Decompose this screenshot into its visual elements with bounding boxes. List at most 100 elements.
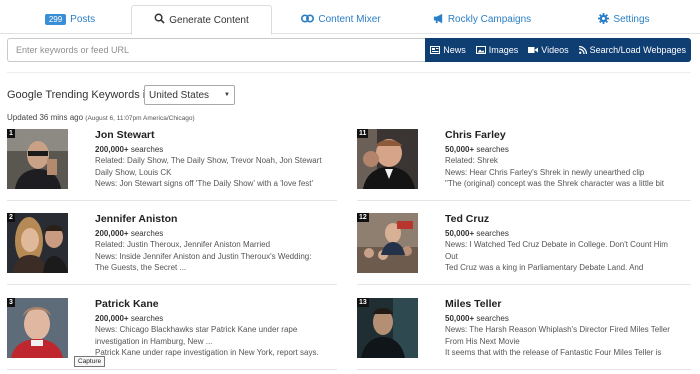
search-bar: News Images Videos Search/Load Webpages xyxy=(7,38,691,62)
trend-rank: 11 xyxy=(357,129,369,138)
searches-word: searches xyxy=(476,314,509,323)
trend-item[interactable]: 12 Ted Cruz 50,000+ searches News: I Wat… xyxy=(357,213,687,293)
megaphone-icon xyxy=(433,13,444,27)
trend-info: Patrick Kane 200,000+ searches News: Chi… xyxy=(95,298,350,359)
trend-rank: 2 xyxy=(7,213,15,222)
news-button-label: News xyxy=(443,45,466,55)
tab-label: Content Mixer xyxy=(318,14,381,25)
trend-line: News: Jon Stewart signs off 'The Daily S… xyxy=(95,179,314,188)
trend-info: Ted Cruz 50,000+ searches News: I Watche… xyxy=(445,213,700,274)
searches-word: searches xyxy=(130,314,164,323)
trend-item[interactable]: 1 Jon Stewart 200,000+ searches Related:… xyxy=(7,129,337,209)
trend-thumbnail[interactable]: 13 xyxy=(357,298,418,358)
news-button[interactable]: News xyxy=(425,38,471,62)
trend-title[interactable]: Jon Stewart xyxy=(95,129,350,141)
trend-item[interactable]: 2 Jennifer Aniston 200,000+ searches Rel… xyxy=(7,213,337,293)
caret-down-icon: ▼ xyxy=(224,92,230,98)
trend-line: Daily Show, Louis CK xyxy=(95,167,172,177)
trend-line: Ted Cruz was a king in Parliamentary Deb… xyxy=(445,263,644,272)
tab-label: Generate Content xyxy=(169,14,249,26)
row-divider xyxy=(357,200,691,201)
search-icon xyxy=(154,13,165,27)
images-button-label: Images xyxy=(488,45,519,55)
trend-title[interactable]: Jennifer Aniston xyxy=(95,213,350,225)
trend-line: The Guests, the Secret ... xyxy=(95,263,187,272)
trend-line: News: I Watched Ted Cruz Debate in Colle… xyxy=(445,240,668,249)
searches-count: 50,000+ xyxy=(445,229,475,238)
row-divider xyxy=(7,284,337,285)
searches-word: searches xyxy=(130,145,164,154)
tab-settings[interactable]: Settings xyxy=(596,5,652,34)
tab-content-mixer[interactable]: Content Mixer xyxy=(295,5,387,34)
trend-info: Chris Farley 50,000+ searches Related: S… xyxy=(445,129,700,190)
trend-line: "The (original) concept was the Shrek ch… xyxy=(445,179,664,188)
row-divider xyxy=(357,284,691,285)
trend-line: Out xyxy=(445,251,458,261)
trend-rank: 13 xyxy=(357,298,369,307)
searches-count: 200,000+ xyxy=(95,145,129,154)
tab-posts[interactable]: 299 Posts xyxy=(30,5,110,34)
trend-line: Related: Daily Show, The Daily Show, Tre… xyxy=(95,156,322,165)
trend-line: News: The Harsh Reason Whiplash's Direct… xyxy=(445,325,670,334)
mixer-icon xyxy=(301,13,315,27)
searches-word: searches xyxy=(130,229,164,238)
trend-searches: 50,000+ searches xyxy=(445,314,700,323)
webpages-button-label: Search/Load Webpages xyxy=(589,45,686,55)
trend-item[interactable]: 11 Chris Farley 50,000+ searches Related… xyxy=(357,129,687,209)
row-divider xyxy=(7,369,337,370)
trend-info: Jon Stewart 200,000+ searches Related: D… xyxy=(95,129,350,190)
video-icon xyxy=(528,46,539,54)
trend-searches: 50,000+ searches xyxy=(445,229,700,238)
image-icon xyxy=(475,46,486,54)
gear-icon xyxy=(598,12,610,27)
trend-info: Miles Teller 50,000+ searches News: The … xyxy=(445,298,700,359)
updated-detail: (August 6, 11:07pm America/Chicago) xyxy=(85,115,195,122)
trend-rank: 1 xyxy=(7,129,15,138)
search-load-webpages-button[interactable]: Search/Load Webpages xyxy=(574,38,691,62)
searches-word: searches xyxy=(476,229,509,238)
trend-thumbnail[interactable]: 12 xyxy=(357,213,418,273)
searches-count: 50,000+ xyxy=(445,145,475,154)
tab-rockly-campaigns[interactable]: Rockly Campaigns xyxy=(433,5,531,34)
tab-generate-content[interactable]: Generate Content xyxy=(131,5,272,35)
trend-searches: 200,000+ searches xyxy=(95,314,350,323)
trend-line: Patrick Kane under rape investigation in… xyxy=(95,348,319,357)
trend-thumbnail[interactable]: 2 xyxy=(7,213,68,273)
trend-thumbnail[interactable]: 1 xyxy=(7,129,68,189)
trend-line: investigation in Hamburg, New ... xyxy=(95,336,213,346)
row-divider xyxy=(7,200,337,201)
trend-searches: 50,000+ searches xyxy=(445,145,700,154)
rss-icon xyxy=(578,46,587,54)
trend-title[interactable]: Ted Cruz xyxy=(445,213,700,225)
videos-button-label: Videos xyxy=(541,45,569,55)
videos-button[interactable]: Videos xyxy=(523,38,573,62)
trend-title[interactable]: Patrick Kane xyxy=(95,298,350,310)
trend-item[interactable]: 3 Patrick Kane 200,000+ searches News: C… xyxy=(7,298,337,374)
searches-count: 200,000+ xyxy=(95,314,129,323)
tab-label: Settings xyxy=(613,14,650,25)
trend-line: From His Next Movie xyxy=(445,336,520,346)
trend-line: News: Chicago Blackhawks star Patrick Ka… xyxy=(95,325,298,334)
main-tab-bar: 299 Posts Generate Content Content Mixer… xyxy=(0,0,700,35)
trend-item[interactable]: 13 Miles Teller 50,000+ searches News: T… xyxy=(357,298,687,374)
searches-count: 50,000+ xyxy=(445,314,475,323)
search-button-group: News Images Videos Search/Load Webpages xyxy=(425,38,691,62)
trend-thumbnail[interactable]: 11 xyxy=(357,129,418,189)
country-select[interactable]: United States ▼ xyxy=(144,85,235,105)
capture-tooltip: Capture xyxy=(74,356,106,367)
news-icon xyxy=(430,46,441,54)
tab-label: Posts xyxy=(70,14,96,25)
images-button[interactable]: Images xyxy=(471,38,524,62)
trend-thumbnail[interactable]: 3 xyxy=(7,298,68,358)
searches-count: 200,000+ xyxy=(95,229,129,238)
trend-searches: 200,000+ searches xyxy=(95,229,350,238)
trend-rank: 12 xyxy=(357,213,369,222)
trend-info: Jennifer Aniston 200,000+ searches Relat… xyxy=(95,213,350,274)
country-select-value: United States xyxy=(149,89,210,101)
trend-line: News: Hear Chris Farley's Shrek in newly… xyxy=(445,167,645,177)
trend-title[interactable]: Miles Teller xyxy=(445,298,700,310)
trend-rank: 3 xyxy=(7,298,15,307)
trend-title[interactable]: Chris Farley xyxy=(445,129,700,141)
search-input[interactable] xyxy=(7,38,426,62)
section-divider xyxy=(7,72,691,73)
